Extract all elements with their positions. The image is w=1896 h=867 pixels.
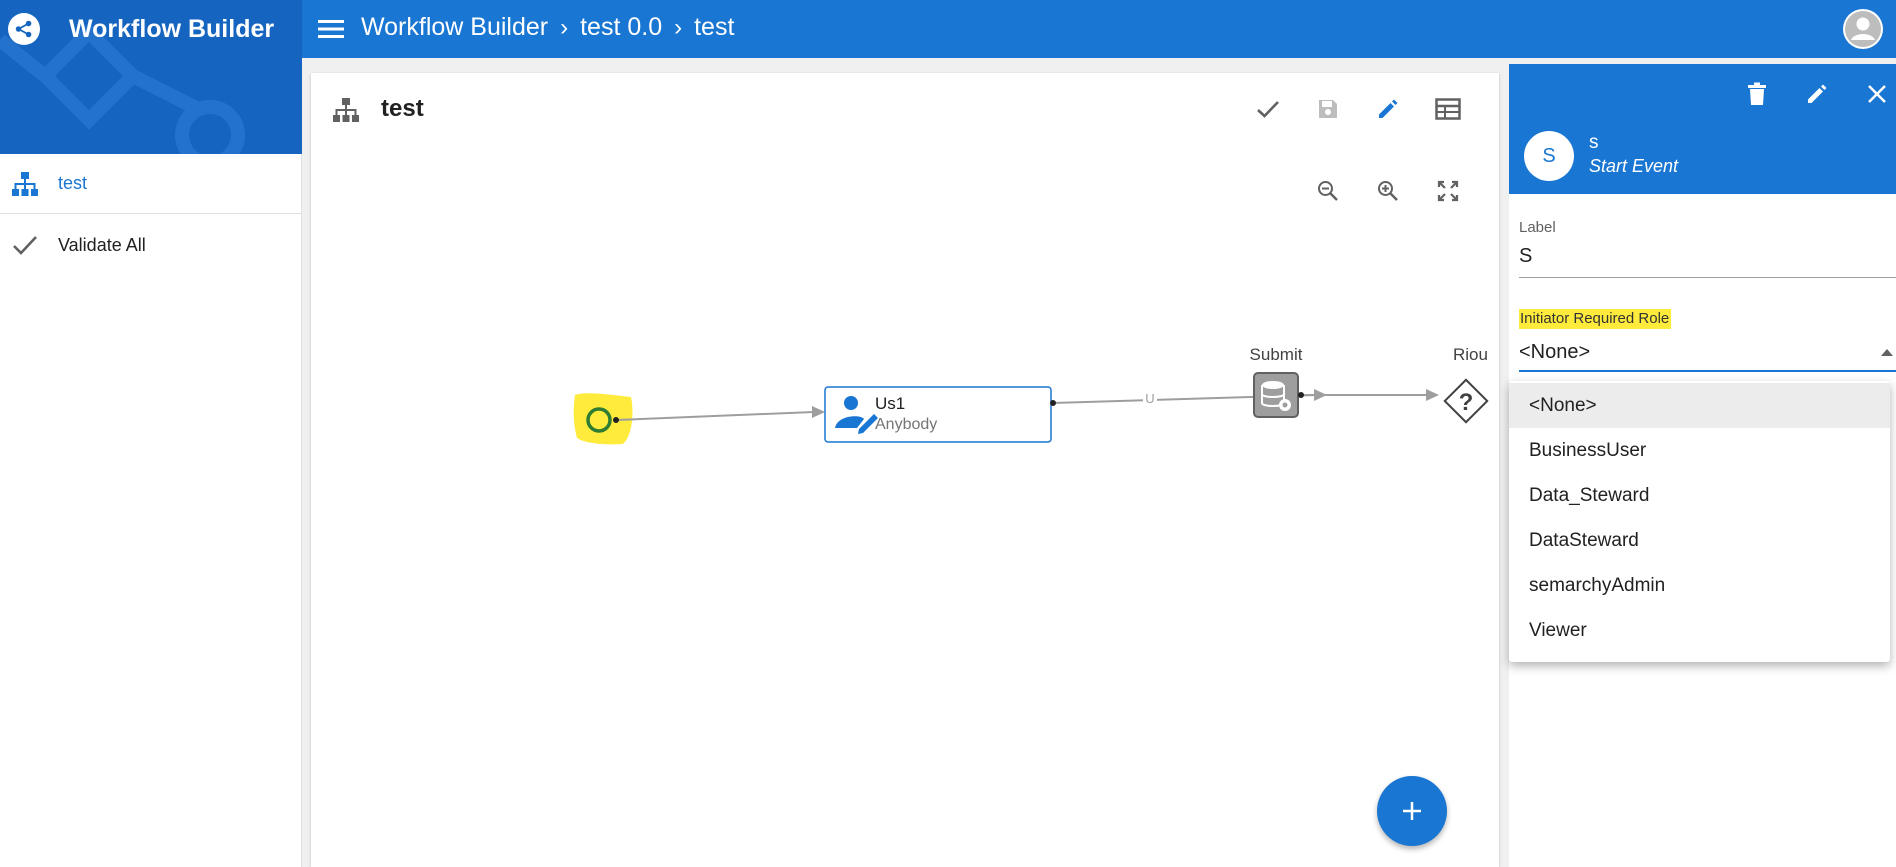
hamburger-menu-icon[interactable] bbox=[316, 15, 346, 43]
zoom-in-icon[interactable] bbox=[1370, 173, 1406, 209]
add-element-button[interactable] bbox=[1377, 776, 1447, 846]
brand-area: Workflow Builder bbox=[0, 0, 302, 154]
workflow-canvas-card: U Us1 Anybody Submit Riou ? test bbox=[311, 73, 1499, 867]
breadcrumb-item-workflow[interactable]: test bbox=[694, 13, 734, 42]
connector-handle bbox=[1298, 392, 1304, 398]
user-task-subtitle: Anybody bbox=[875, 416, 937, 433]
role-select[interactable]: <None> bbox=[1519, 341, 1889, 364]
table-icon[interactable] bbox=[1430, 91, 1466, 127]
connector-handle bbox=[1050, 400, 1056, 406]
question-mark-icon: ? bbox=[1459, 389, 1474, 416]
role-option-datasteward[interactable]: DataSteward bbox=[1509, 518, 1890, 563]
app-bar: Workflow Builder Workflow Builder › test… bbox=[0, 0, 1896, 154]
role-field-label: Initiator Required Role bbox=[1519, 309, 1672, 329]
workflow-title: test bbox=[381, 95, 424, 122]
role-option-semarchyadmin[interactable]: semarchyAdmin bbox=[1509, 563, 1890, 608]
sidebar: test Validate All bbox=[0, 154, 302, 867]
role-option-businessuser[interactable]: BusinessUser bbox=[1509, 428, 1890, 473]
workflow-tree-icon bbox=[332, 97, 362, 127]
sidebar-item-validate-all[interactable]: Validate All bbox=[0, 215, 302, 275]
role-select-underline bbox=[1519, 370, 1896, 372]
user-task-title: Us1 bbox=[875, 394, 905, 413]
arrow-head-icon bbox=[812, 406, 825, 418]
edit-pencil-icon[interactable] bbox=[1370, 91, 1406, 127]
connector-start-to-task[interactable] bbox=[615, 411, 815, 421]
chevron-right-icon: › bbox=[560, 13, 569, 41]
role-option-data-steward[interactable]: Data_Steward bbox=[1509, 473, 1890, 518]
sidebar-item-label: Validate All bbox=[58, 234, 146, 255]
edit-icon[interactable] bbox=[1799, 76, 1835, 112]
sidebar-item-test[interactable]: test bbox=[0, 154, 302, 214]
close-icon[interactable] bbox=[1859, 76, 1895, 112]
arrow-head-icon bbox=[1426, 389, 1439, 401]
breadcrumb-item-model[interactable]: test 0.0 bbox=[580, 13, 662, 42]
zoom-out-icon[interactable] bbox=[1310, 173, 1346, 209]
caret-up-icon[interactable] bbox=[1881, 349, 1893, 356]
element-avatar: S bbox=[1524, 131, 1574, 181]
plus-icon bbox=[1403, 802, 1421, 820]
transition-label: U bbox=[1145, 391, 1154, 406]
account-circle-icon[interactable] bbox=[1843, 9, 1883, 49]
label-field-underline bbox=[1519, 277, 1896, 278]
panel-header: S s Start Event bbox=[1509, 64, 1896, 194]
breadcrumb: Workflow Builder › test 0.0 › test bbox=[361, 13, 734, 42]
role-option-viewer[interactable]: Viewer bbox=[1509, 608, 1890, 653]
element-name: s bbox=[1589, 132, 1599, 153]
delete-icon[interactable] bbox=[1739, 76, 1775, 112]
label-field-input[interactable]: S bbox=[1519, 245, 1889, 268]
role-field-label-wrap: Initiator Required Role bbox=[1519, 309, 1672, 329]
submit-node-label: Submit bbox=[1250, 345, 1303, 364]
workflow-tree-icon bbox=[10, 169, 40, 199]
share-network-icon[interactable] bbox=[8, 13, 40, 45]
chevron-right-icon: › bbox=[674, 13, 683, 41]
role-dropdown-menu: <None> BusinessUser Data_Steward DataSte… bbox=[1509, 381, 1890, 662]
validate-check-icon[interactable] bbox=[1250, 91, 1286, 127]
route-node-label: Riou bbox=[1453, 345, 1488, 364]
submit-node[interactable] bbox=[1253, 372, 1299, 418]
save-icon[interactable] bbox=[1310, 91, 1346, 127]
role-option-none[interactable]: <None> bbox=[1509, 383, 1890, 428]
sidebar-item-label: test bbox=[58, 173, 88, 193]
label-field-label: Label bbox=[1519, 219, 1556, 236]
fit-to-screen-icon[interactable] bbox=[1430, 173, 1466, 209]
breadcrumb-item-app[interactable]: Workflow Builder bbox=[361, 13, 548, 42]
connector-handle bbox=[613, 417, 619, 423]
route-node-clip: Riou ? bbox=[1443, 345, 1489, 424]
app-title: Workflow Builder bbox=[69, 15, 275, 43]
check-icon bbox=[10, 230, 40, 260]
element-type: Start Event bbox=[1589, 156, 1679, 176]
